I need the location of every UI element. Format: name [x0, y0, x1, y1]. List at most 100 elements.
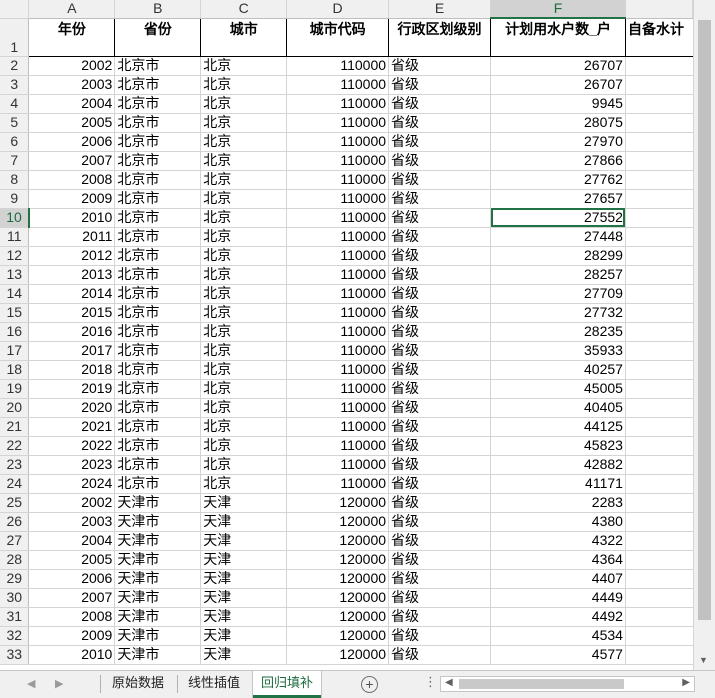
cell-city[interactable]: 北京: [200, 151, 288, 171]
cell-city-code[interactable]: 110000: [286, 56, 390, 76]
cell-planned-users[interactable]: 26707: [490, 56, 626, 76]
row-header[interactable]: 14: [0, 284, 30, 304]
cell-self-supply[interactable]: [625, 208, 693, 228]
cell-admin-level[interactable]: 省级: [388, 113, 492, 133]
cell-city-code[interactable]: 110000: [286, 360, 390, 380]
cell-city-code[interactable]: 120000: [286, 626, 390, 646]
row-header[interactable]: 18: [0, 360, 30, 380]
cell-city[interactable]: 北京: [200, 208, 288, 228]
cell-admin-level[interactable]: 省级: [388, 493, 492, 513]
cell-city-code[interactable]: 110000: [286, 398, 390, 418]
cell-planned-users[interactable]: 40257: [490, 360, 626, 380]
cell-province[interactable]: 北京市: [114, 113, 202, 133]
row-header[interactable]: 5: [0, 113, 30, 133]
cell-city-code[interactable]: 110000: [286, 75, 390, 95]
cell-admin-level[interactable]: 省级: [388, 284, 492, 304]
cell-city[interactable]: 北京: [200, 284, 288, 304]
row-header[interactable]: 27: [0, 531, 30, 551]
row-header[interactable]: 11: [0, 227, 30, 247]
cell-self-supply[interactable]: [625, 379, 693, 399]
cell-province[interactable]: 天津市: [114, 493, 202, 513]
cell-city-code[interactable]: 110000: [286, 379, 390, 399]
cell-self-supply[interactable]: [625, 398, 693, 418]
cell-planned-users[interactable]: 2283: [490, 493, 626, 513]
cell-province[interactable]: 北京市: [114, 94, 202, 114]
cell-province[interactable]: 北京市: [114, 75, 202, 95]
cell-city[interactable]: 北京: [200, 246, 288, 266]
cell-self-supply[interactable]: [625, 265, 693, 285]
cell-planned-users[interactable]: 44125: [490, 417, 626, 437]
cell-self-supply[interactable]: [625, 436, 693, 456]
cell-year[interactable]: 2023: [28, 455, 116, 475]
cell-admin-level[interactable]: 省级: [388, 436, 492, 456]
cell-self-supply[interactable]: [625, 455, 693, 475]
cell-header-admin-level[interactable]: 行政区划级别: [388, 18, 492, 57]
row-header[interactable]: 28: [0, 550, 30, 570]
cell-city[interactable]: 北京: [200, 113, 288, 133]
cell-city-code[interactable]: 110000: [286, 341, 390, 361]
cell-admin-level[interactable]: 省级: [388, 550, 492, 570]
cell-city-code[interactable]: 110000: [286, 284, 390, 304]
select-all-corner[interactable]: [0, 0, 30, 19]
cell-admin-level[interactable]: 省级: [388, 455, 492, 475]
cell-city[interactable]: 北京: [200, 56, 288, 76]
cell-planned-users[interactable]: 45823: [490, 436, 626, 456]
cell-province[interactable]: 北京市: [114, 303, 202, 323]
cell-year[interactable]: 2002: [28, 56, 116, 76]
cell-planned-users[interactable]: 4449: [490, 588, 626, 608]
cell-province[interactable]: 北京市: [114, 208, 202, 228]
cell-province[interactable]: 北京市: [114, 132, 202, 152]
cell-planned-users[interactable]: 41171: [490, 474, 626, 494]
cell-admin-level[interactable]: 省级: [388, 379, 492, 399]
cell-province[interactable]: 北京市: [114, 322, 202, 342]
cell-city-code[interactable]: 110000: [286, 208, 390, 228]
cell-city[interactable]: 天津: [200, 626, 288, 646]
cell-planned-users[interactable]: 9945: [490, 94, 626, 114]
cell-self-supply[interactable]: [625, 75, 693, 95]
row-header[interactable]: 6: [0, 132, 30, 152]
cell-self-supply[interactable]: [625, 246, 693, 266]
cell-self-supply[interactable]: [625, 284, 693, 304]
cell-province[interactable]: 北京市: [114, 417, 202, 437]
cell-city[interactable]: 天津: [200, 645, 288, 665]
prev-sheet-icon[interactable]: ◀: [27, 677, 35, 690]
cell-province[interactable]: 天津市: [114, 588, 202, 608]
column-header-a[interactable]: A: [28, 0, 116, 19]
cell-city-code[interactable]: 120000: [286, 493, 390, 513]
cell-self-supply[interactable]: [625, 132, 693, 152]
cell-self-supply[interactable]: [625, 341, 693, 361]
cell-admin-level[interactable]: 省级: [388, 208, 492, 228]
cell-planned-users[interactable]: 28075: [490, 113, 626, 133]
cell-admin-level[interactable]: 省级: [388, 341, 492, 361]
cell-province[interactable]: 天津市: [114, 569, 202, 589]
cell-year[interactable]: 2006: [28, 569, 116, 589]
cell-planned-users[interactable]: 27709: [490, 284, 626, 304]
cell-city[interactable]: 北京: [200, 265, 288, 285]
cell-year[interactable]: 2015: [28, 303, 116, 323]
cell-city[interactable]: 北京: [200, 75, 288, 95]
cell-planned-users[interactable]: 4407: [490, 569, 626, 589]
cell-province[interactable]: 北京市: [114, 341, 202, 361]
cell-province[interactable]: 北京市: [114, 455, 202, 475]
cell-year[interactable]: 2021: [28, 417, 116, 437]
cell-admin-level[interactable]: 省级: [388, 474, 492, 494]
cell-self-supply[interactable]: [625, 94, 693, 114]
cell-city-code[interactable]: 110000: [286, 170, 390, 190]
cell-planned-users[interactable]: 27552: [490, 208, 626, 228]
cell-admin-level[interactable]: 省级: [388, 322, 492, 342]
cell-city-code[interactable]: 120000: [286, 512, 390, 532]
next-sheet-icon[interactable]: ▶: [55, 677, 63, 690]
cell-admin-level[interactable]: 省级: [388, 170, 492, 190]
cell-city[interactable]: 天津: [200, 531, 288, 551]
cell-province[interactable]: 北京市: [114, 170, 202, 190]
cell-self-supply[interactable]: [625, 170, 693, 190]
cell-city[interactable]: 北京: [200, 341, 288, 361]
cell-header-city[interactable]: 城市: [200, 18, 288, 57]
cell-year[interactable]: 2002: [28, 493, 116, 513]
cell-planned-users[interactable]: 27732: [490, 303, 626, 323]
cell-self-supply[interactable]: [625, 569, 693, 589]
column-header-e[interactable]: E: [388, 0, 492, 19]
row-header[interactable]: 10: [0, 208, 30, 228]
scroll-down-icon[interactable]: ▼: [699, 655, 708, 665]
cell-planned-users[interactable]: 4322: [490, 531, 626, 551]
